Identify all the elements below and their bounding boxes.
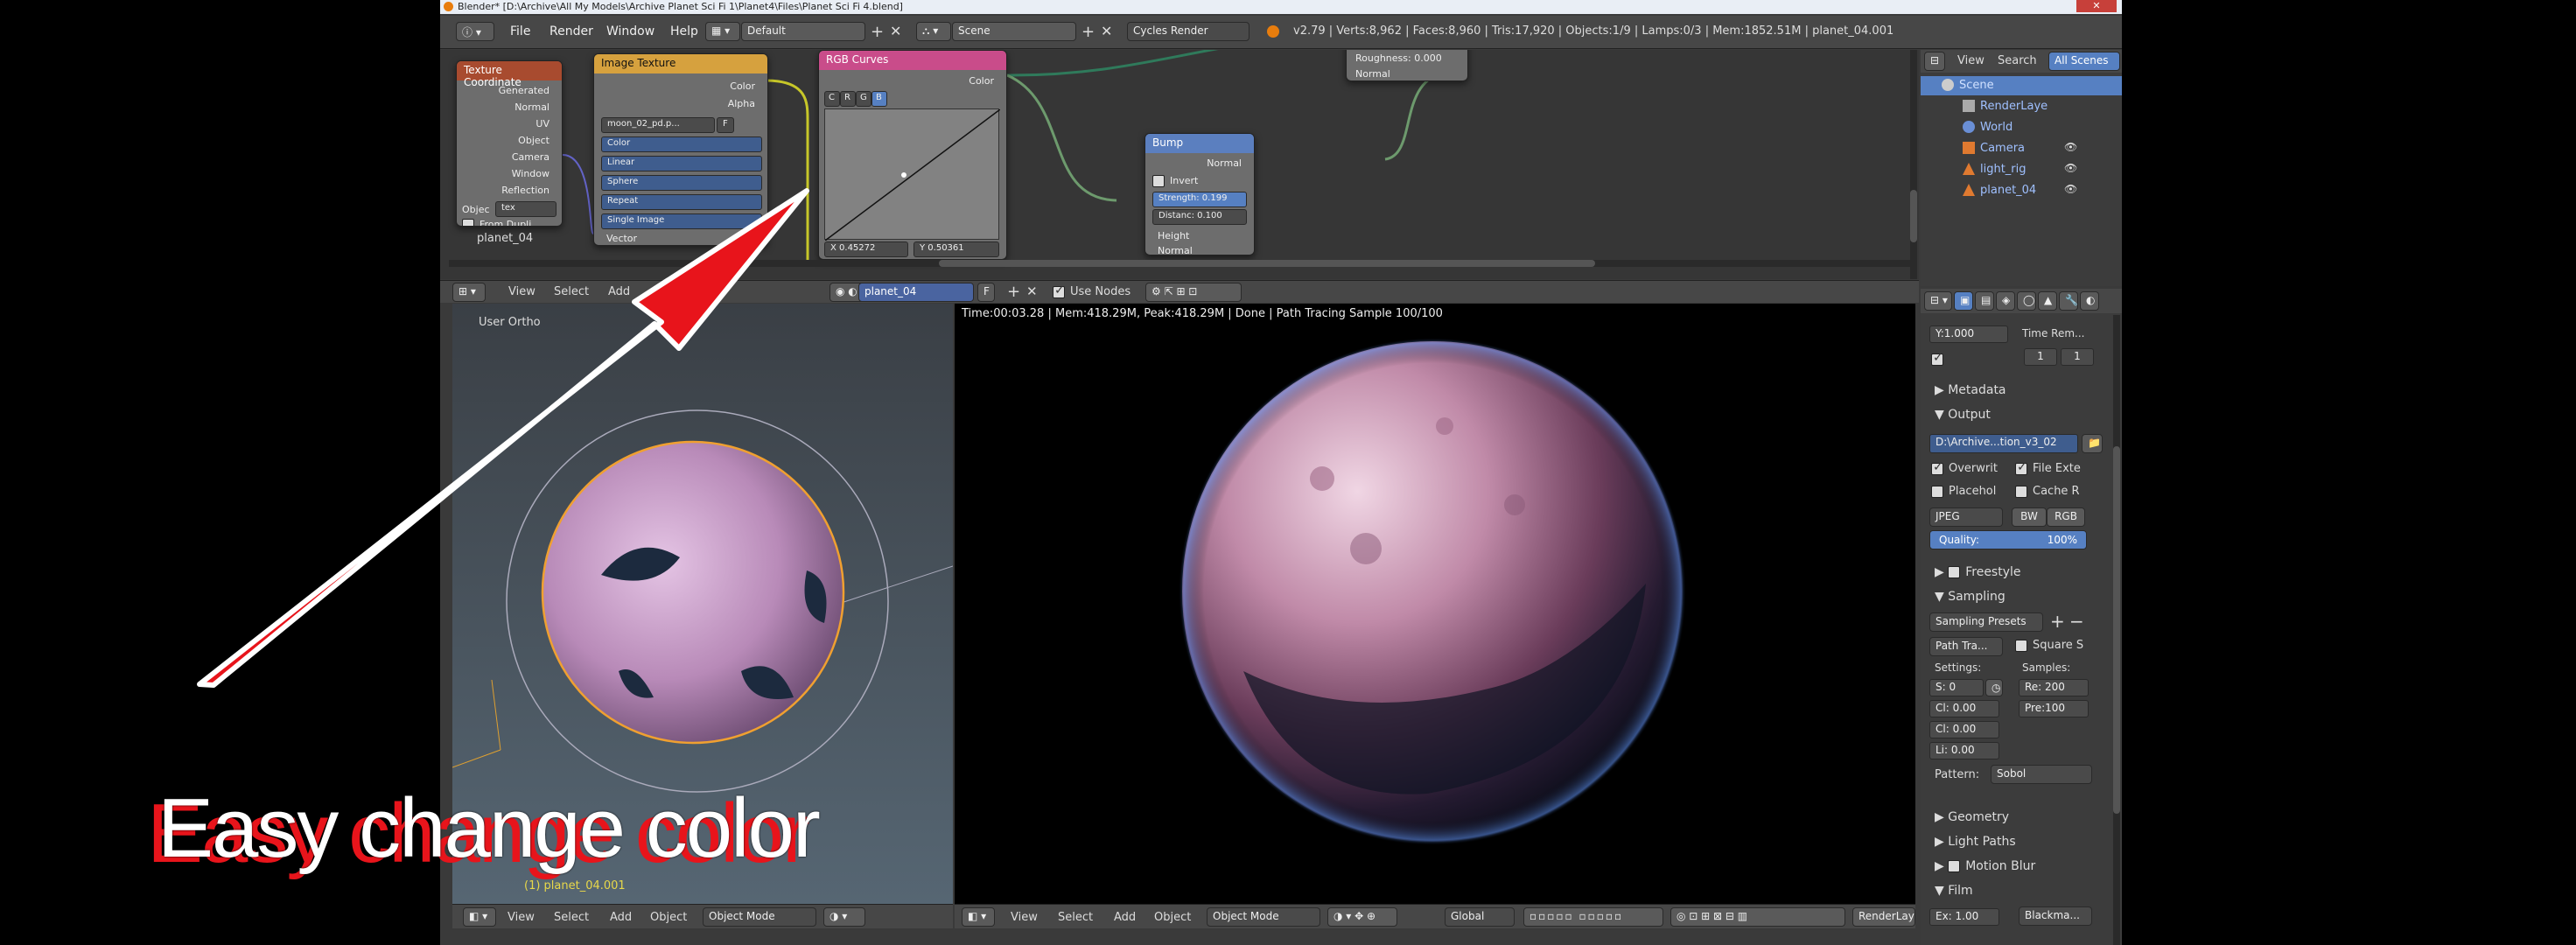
caption-text: Easy change color [158, 781, 821, 875]
arrow-shape [197, 188, 809, 688]
screenshot-root: Blender* [D:\Archive\All My Models\Archi… [0, 0, 2576, 945]
